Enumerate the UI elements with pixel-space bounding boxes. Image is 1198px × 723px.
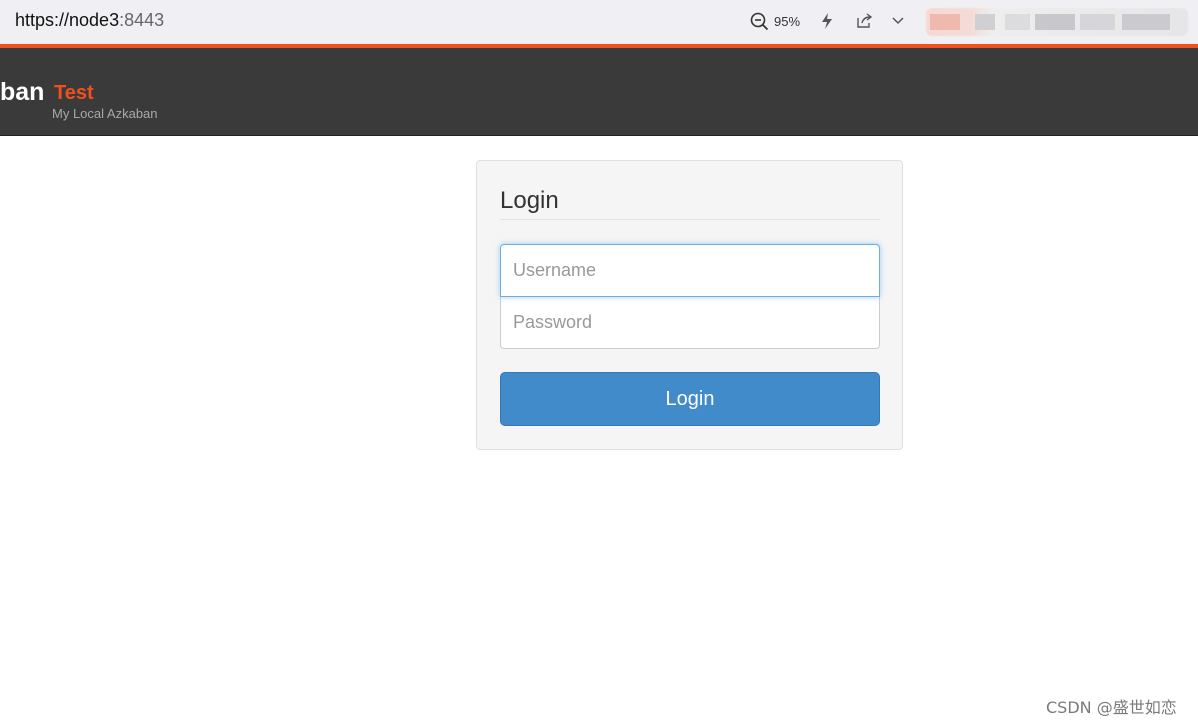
environment-label: Test (54, 82, 94, 104)
login-panel: Login Login (476, 160, 903, 450)
blurred-block (1035, 14, 1075, 30)
blurred-block (930, 14, 960, 30)
blurred-block (1122, 14, 1170, 30)
brand-subtitle: My Local Azkaban (52, 106, 158, 121)
browser-tools: 95% (750, 10, 905, 32)
title-divider (500, 219, 880, 220)
address-bar[interactable]: https://node3:8443 (15, 10, 164, 31)
blurred-block (1005, 14, 1030, 30)
password-input[interactable] (500, 296, 880, 349)
login-button[interactable]: Login (500, 372, 880, 426)
chevron-down-icon[interactable] (891, 10, 905, 32)
blurred-block (975, 14, 995, 30)
url-host: https://node3 (15, 10, 120, 30)
app-header: ban Test My Local Azkaban (0, 48, 1198, 136)
watermark: CSDN @盛世如恋 (1046, 698, 1177, 717)
login-title: Login (500, 187, 559, 214)
username-input[interactable] (500, 244, 880, 297)
share-icon[interactable] (856, 10, 873, 32)
zoom-level[interactable]: 95% (774, 14, 800, 29)
brand-logo[interactable]: ban (0, 78, 44, 107)
lightning-icon[interactable] (820, 10, 834, 32)
zoom-out-icon[interactable] (750, 10, 769, 32)
blurred-block (1080, 14, 1115, 30)
url-port: :8443 (119, 10, 165, 30)
browser-toolbar: https://node3:8443 95% (0, 0, 1198, 44)
